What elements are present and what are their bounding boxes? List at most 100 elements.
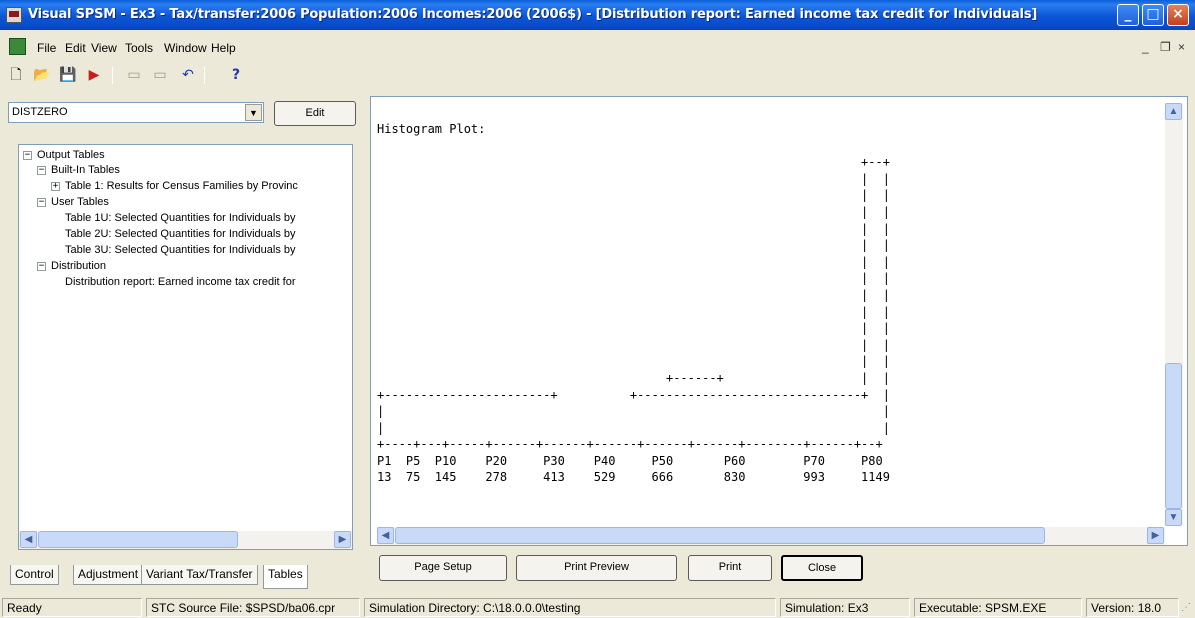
report-line: | | [377,254,890,269]
maximize-button[interactable]: □ [1142,4,1164,26]
tab-tables[interactable]: Tables [263,565,308,589]
expand-icon[interactable]: + [51,182,60,191]
scroll-thumb[interactable] [38,531,238,548]
toolbar-separator [112,67,113,84]
dropdown-value: DISTZERO [12,106,68,118]
page-setup-button[interactable]: Page Setup [379,555,507,581]
report-line: | | [377,354,890,369]
tree-node-label: Distribution report: Earned income tax c… [65,276,296,288]
tree-horizontal-scrollbar[interactable]: ◀ ▶ [19,531,352,549]
histogram-plot: +--+ | | | | | | | | | | | | | | | | | |… [377,138,890,486]
edit-button[interactable]: Edit [274,101,356,126]
report-line: | | [377,337,890,352]
scroll-thumb[interactable] [1165,363,1182,509]
report-vertical-scrollbar[interactable]: ▲ ▼ [1165,103,1183,526]
menu-edit[interactable]: Edit [65,41,86,55]
title-bar[interactable]: Visual SPSM - Ex3 - Tax/transfer:2006 Po… [0,0,1195,30]
report-line: | | [377,287,890,302]
menu-bar: File Edit View Tools Window Help _ ❐ × [0,38,1195,58]
print-button[interactable]: Print [688,555,772,581]
status-ready: Ready [2,598,142,617]
report-line: | | [377,188,890,203]
tree-node-label: Table 2U: Selected Quantities for Indivi… [65,228,296,240]
report-line: | | [377,321,890,336]
report-line: +----+---+-----+------+------+------+---… [377,437,883,452]
table-selector-dropdown[interactable]: DISTZERO ▼ [8,102,264,123]
close-window-button[interactable]: × [1167,4,1189,26]
tab-control[interactable]: Control [10,565,59,585]
tree-node-label: Built-In Tables [51,164,120,176]
report-line: | | [377,238,890,253]
resize-grip-icon[interactable]: ⋰ [1181,602,1191,613]
run-icon[interactable]: ▶ [84,65,104,85]
collapse-icon[interactable]: − [37,198,46,207]
mdi-minimize-button[interactable]: _ [1142,40,1149,54]
scroll-right-icon[interactable]: ▶ [334,531,351,548]
status-source-file: STC Source File: $SPSD/ba06.cpr [146,598,360,617]
report-line: | | [377,420,890,435]
report-line: | | [377,304,890,319]
new-file-icon[interactable]: 🗋 [6,65,26,85]
tree-node-label: Output Tables [37,149,105,161]
status-version: Version: 18.0 [1086,598,1179,617]
open-folder-icon[interactable]: 📂 [32,65,52,85]
report-heading: Histogram Plot: [377,122,486,136]
report-line: +-----------------------+ +-------------… [377,387,890,402]
report-line: | | [377,271,890,286]
tree-node-label: Table 3U: Selected Quantities for Indivi… [65,244,296,256]
tab-variant-tax-transfer[interactable]: Variant Tax/Transfer [141,565,258,585]
report-line: +------+ | | [377,370,890,385]
collapse-icon[interactable]: − [37,166,46,175]
report-line: | | [377,171,890,186]
collapse-icon[interactable]: − [37,262,46,271]
scroll-left-icon[interactable]: ◀ [377,527,394,544]
left-panel: DISTZERO ▼ Edit − Output Tables − Built-… [4,96,361,589]
report-view[interactable]: Histogram Plot: +--+ | | | | | | | | | |… [370,96,1188,546]
scroll-left-icon[interactable]: ◀ [20,531,37,548]
report-line: P1 P5 P10 P20 P30 P40 P50 P60 P70 P80 [377,453,883,468]
save-icon[interactable]: 💾 [58,65,78,85]
scroll-thumb[interactable] [395,527,1045,544]
menu-help[interactable]: Help [211,41,236,55]
status-simulation-directory: Simulation Directory: C:\18.0.0.0\testin… [364,598,776,617]
window-title: Visual SPSM - Ex3 - Tax/transfer:2006 Po… [28,7,1038,22]
report-line: +--+ [377,155,890,170]
tree-node-label: Table 1U: Selected Quantities for Indivi… [65,212,296,224]
tree-node-label: Distribution [51,260,107,272]
collapse-icon[interactable]: − [23,151,32,160]
disabled-tool-icon[interactable]: ▭ [150,65,170,85]
disabled-tool-icon[interactable]: ▭ [124,65,144,85]
report-line: | | [377,221,890,236]
app-icon[interactable] [6,7,22,23]
close-button[interactable]: Close [781,555,863,581]
toolbar-separator [204,67,205,84]
undo-icon[interactable]: ↶ [178,65,198,85]
menu-tools[interactable]: Tools [125,41,153,55]
report-line: | | [377,204,890,219]
status-simulation: Simulation: Ex3 [780,598,910,617]
print-preview-button[interactable]: Print Preview [516,555,677,581]
report-line [377,138,890,155]
scroll-down-icon[interactable]: ▼ [1165,509,1182,526]
minimize-button[interactable]: _ [1117,4,1139,26]
report-line: | | [377,404,890,419]
scroll-right-icon[interactable]: ▶ [1147,527,1164,544]
menu-window[interactable]: Window [164,41,207,55]
scroll-up-icon[interactable]: ▲ [1165,103,1182,120]
mdi-close-button[interactable]: × [1178,40,1185,54]
report-horizontal-scrollbar[interactable]: ◀ ▶ [377,527,1165,545]
status-bar: Ready STC Source File: $SPSD/ba06.cpr Si… [0,596,1195,618]
chevron-down-icon[interactable]: ▼ [245,104,262,121]
report-line: 13 75 145 278 413 529 666 830 993 1149 [377,470,890,485]
document-icon[interactable] [9,38,26,55]
output-tree: − Output Tables − Built-In Tables + Tabl… [18,144,353,550]
toolbar: 🗋 📂 💾 ▶ ▭ ▭ ↶ ? [0,63,1195,89]
menu-file[interactable]: File [37,41,56,55]
menu-view[interactable]: View [91,41,117,55]
tab-adjustment[interactable]: Adjustment [73,565,144,585]
histogram-report: Histogram Plot: +--+ | | | | | | | | | |… [377,121,890,486]
mdi-restore-button[interactable]: ❐ [1160,40,1171,54]
tree-node-label: User Tables [51,196,109,208]
status-executable: Executable: SPSM.EXE [914,598,1082,617]
help-icon[interactable]: ? [226,65,246,85]
